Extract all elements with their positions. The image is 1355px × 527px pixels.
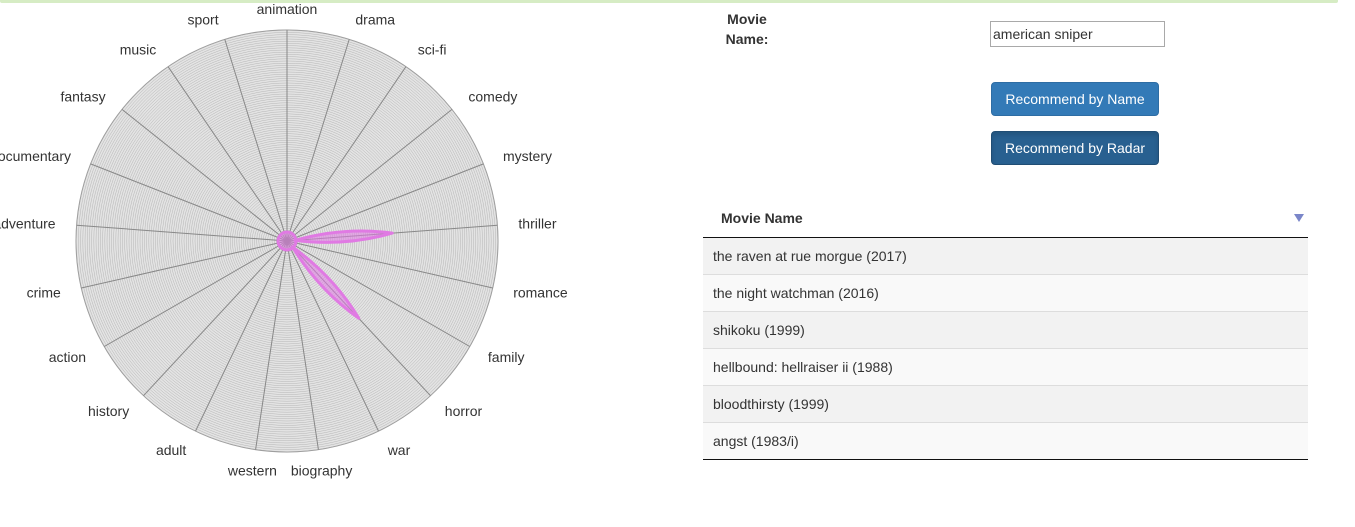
radar-label-adult: adult xyxy=(156,442,186,458)
radar-label-animation: animation xyxy=(257,1,318,17)
table-row[interactable]: the raven at rue morgue (2017) xyxy=(703,238,1308,275)
table-row[interactable]: bloodthirsty (1999) xyxy=(703,386,1308,423)
column-header-movie-name[interactable]: Movie Name xyxy=(721,210,803,226)
movie-name-input[interactable] xyxy=(990,21,1165,47)
genre-radar-chart[interactable]: animation drama sci-fi comedy mystery thrille… xyxy=(0,0,600,527)
recommend-by-name-button[interactable]: Recommend by Name xyxy=(991,82,1159,116)
radar-label-music: music xyxy=(120,41,157,57)
radar-label-history: history xyxy=(88,403,129,419)
radar-label-sport: sport xyxy=(187,11,218,27)
radar-label-action: action xyxy=(49,349,86,365)
table-header[interactable]: Movie Name xyxy=(703,199,1308,238)
radar-label-romance: romance xyxy=(513,285,568,301)
radar-label-family: family xyxy=(488,349,525,365)
sort-descending-icon[interactable] xyxy=(1294,214,1304,222)
table-row[interactable]: angst (1983/i) xyxy=(703,423,1308,460)
radar-label-fantasy: fantasy xyxy=(60,88,105,104)
radar-label-biography: biography xyxy=(291,462,353,478)
table-row[interactable]: the night watchman (2016) xyxy=(703,275,1308,312)
movie-name-label: Movie Name: xyxy=(725,11,769,47)
radar-label-mystery: mystery xyxy=(503,148,552,164)
radar-label-drama: drama xyxy=(355,11,395,27)
radar-label-comedy: comedy xyxy=(468,88,517,104)
radar-label-western: western xyxy=(227,462,277,478)
radar-label-sci-fi: sci-fi xyxy=(418,41,447,57)
radar-label-horror: horror xyxy=(445,403,483,419)
radar-label-documentary: documentary xyxy=(0,148,71,164)
radar-label-war: war xyxy=(387,442,411,458)
recommend-by-radar-button[interactable]: Recommend by Radar xyxy=(991,131,1159,165)
radar-label-adventure: adventure xyxy=(0,216,56,232)
radar-center-handle[interactable] xyxy=(276,230,298,252)
radar-label-thriller: thriller xyxy=(518,216,556,232)
radar-label-crime: crime xyxy=(27,285,61,301)
results-table: Movie Name the raven at rue morgue (2017… xyxy=(703,199,1308,460)
table-row[interactable]: shikoku (1999) xyxy=(703,312,1308,349)
table-row[interactable]: hellbound: hellraiser ii (1988) xyxy=(703,349,1308,386)
